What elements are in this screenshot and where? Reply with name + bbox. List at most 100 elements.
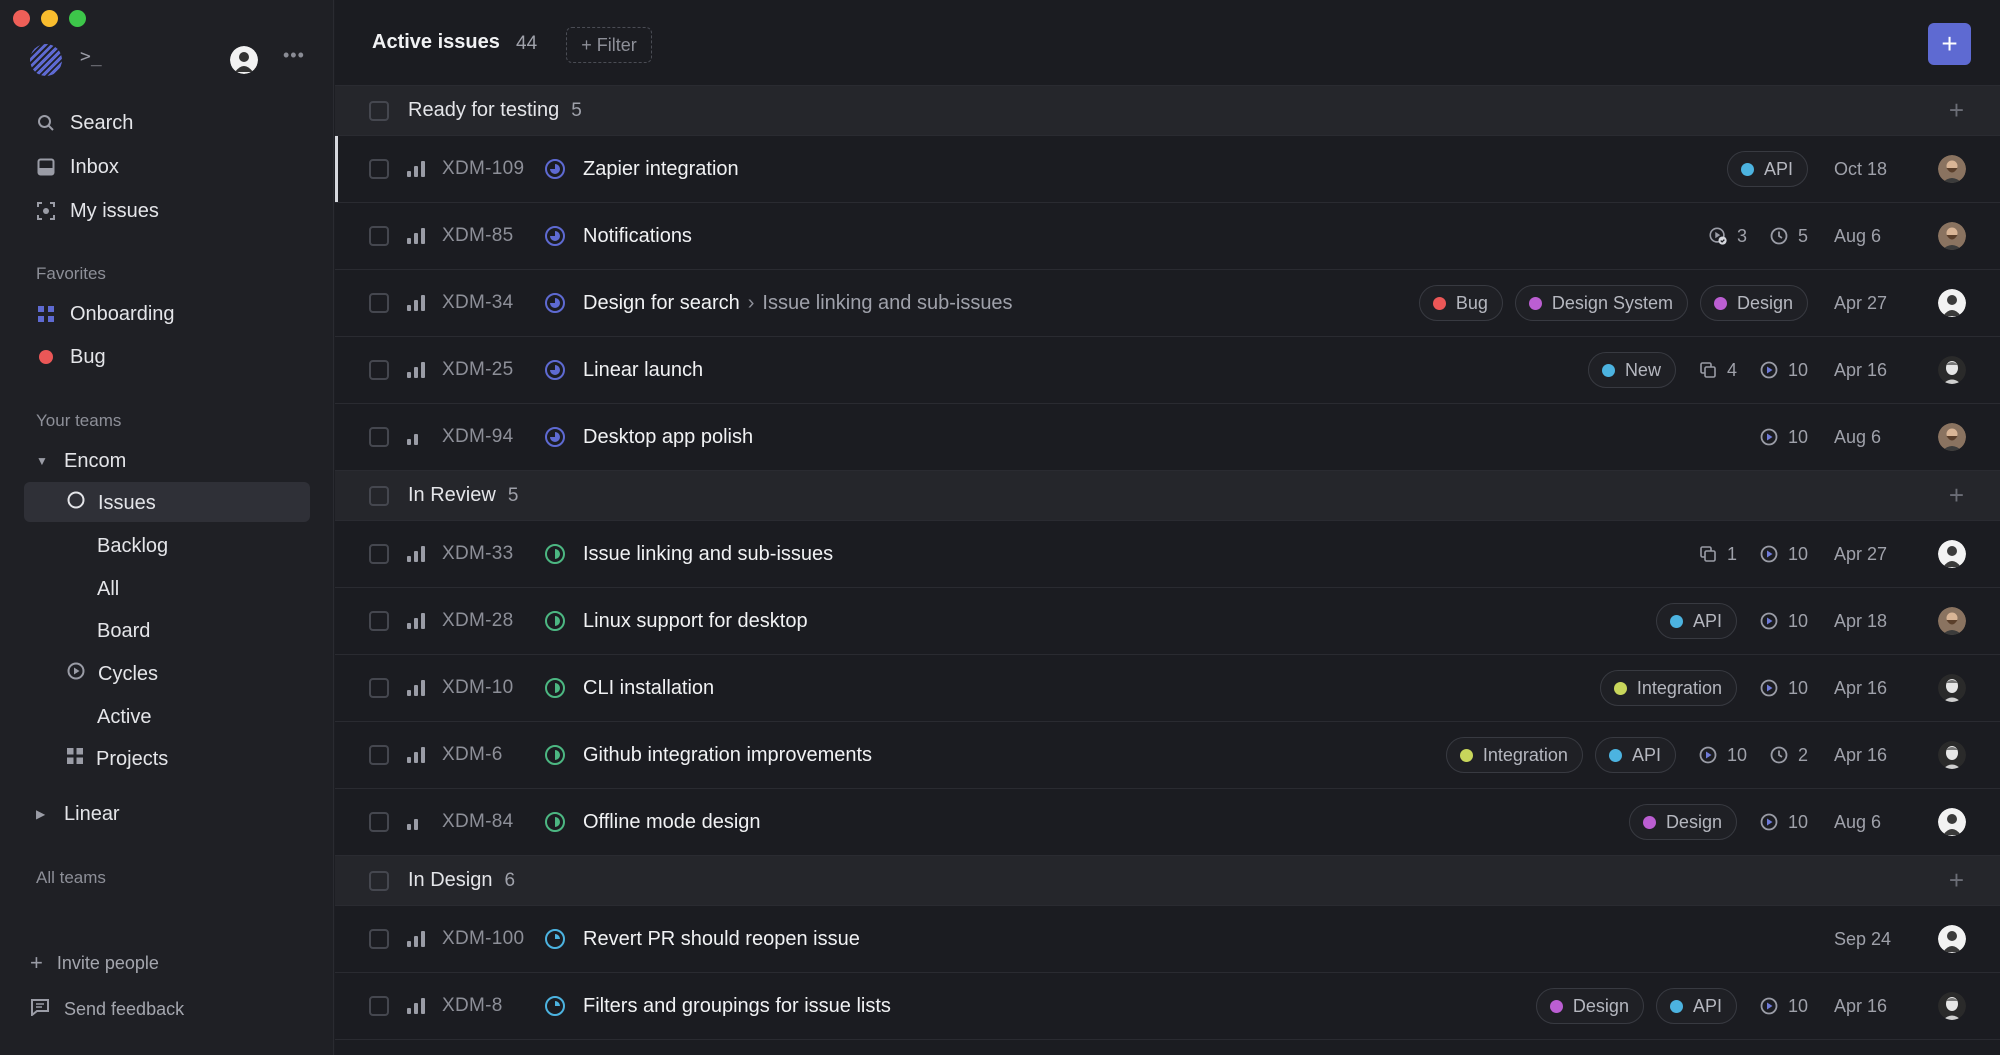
- row-checkbox[interactable]: [369, 159, 389, 179]
- table-row[interactable]: XDM-85 Notifications 3 5 Aug 6: [335, 203, 2000, 270]
- invite-people-button[interactable]: + Invite people: [30, 950, 159, 976]
- team-encom[interactable]: ▼ Encom: [36, 446, 126, 476]
- label-chip[interactable]: API: [1655, 603, 1737, 639]
- table-row[interactable]: XDM-8 Filters and groupings for issue lis…: [335, 973, 2000, 1040]
- in-review-status-icon[interactable]: [545, 745, 565, 765]
- table-row[interactable]: XDM-33 Issue linking and sub-issues 1 10 Apr…: [335, 521, 2000, 588]
- assignee-avatar[interactable]: [1938, 992, 1966, 1020]
- table-row[interactable]: XDM-28 Linux support for desktop API 10 Apr …: [335, 588, 2000, 655]
- assignee-avatar[interactable]: [1938, 925, 1966, 953]
- priority-icon[interactable]: [407, 680, 425, 696]
- table-row[interactable]: XDM-100 Revert PR should reopen issue Sep …: [335, 906, 2000, 973]
- table-row[interactable]: XDM-6 Github integration improvements Inte…: [335, 722, 2000, 789]
- label-chip[interactable]: Design: [1535, 988, 1644, 1024]
- priority-icon[interactable]: [407, 814, 418, 830]
- command-menu-icon[interactable]: >_: [80, 46, 102, 67]
- row-checkbox[interactable]: [369, 929, 389, 949]
- sidebar-item-bug[interactable]: Bug: [36, 342, 106, 372]
- sidebar-item-active[interactable]: Active: [97, 702, 151, 732]
- assignee-avatar[interactable]: [1938, 222, 1966, 250]
- row-checkbox[interactable]: [369, 360, 389, 380]
- group-checkbox[interactable]: [369, 485, 389, 506]
- sidebar-item-issues[interactable]: Issues: [66, 488, 156, 518]
- priority-icon[interactable]: [407, 228, 425, 244]
- table-row[interactable]: XDM-94 Desktop app polish 10 Aug 6: [335, 404, 2000, 471]
- in-review-status-icon[interactable]: [545, 678, 565, 698]
- row-checkbox[interactable]: [369, 427, 389, 447]
- in-design-status-icon[interactable]: [545, 996, 565, 1016]
- priority-icon[interactable]: [407, 747, 425, 763]
- in-progress-status-icon[interactable]: [545, 226, 565, 246]
- in-progress-status-icon[interactable]: [545, 360, 565, 380]
- row-checkbox[interactable]: [369, 678, 389, 698]
- table-row[interactable]: XDM-84 Offline mode design Design 10 Aug 6: [335, 789, 2000, 856]
- in-progress-status-icon[interactable]: [545, 159, 565, 179]
- priority-icon[interactable]: [407, 295, 425, 311]
- row-checkbox[interactable]: [369, 996, 389, 1016]
- row-checkbox[interactable]: [369, 293, 389, 313]
- label-chip[interactable]: API: [1594, 737, 1676, 773]
- assignee-avatar[interactable]: [1938, 741, 1966, 769]
- priority-icon[interactable]: [407, 613, 425, 629]
- group-checkbox[interactable]: [369, 870, 389, 891]
- label-chip[interactable]: API: [1726, 151, 1808, 187]
- row-checkbox[interactable]: [369, 812, 389, 832]
- row-checkbox[interactable]: [369, 611, 389, 631]
- label-chip[interactable]: Bug: [1418, 285, 1503, 321]
- label-chip[interactable]: New: [1587, 352, 1676, 388]
- add-issue-plus-icon[interactable]: +: [1949, 480, 1964, 511]
- sidebar-item-board[interactable]: Board: [97, 616, 150, 646]
- sidebar-item-onboarding[interactable]: Onboarding: [36, 299, 175, 329]
- filter-button[interactable]: + Filter: [566, 27, 652, 63]
- assignee-avatar[interactable]: [1938, 423, 1966, 451]
- table-row[interactable]: XDM-10 CLI installation Integration 10 Apr 1…: [335, 655, 2000, 722]
- sidebar-item-backlog[interactable]: Backlog: [97, 531, 168, 561]
- new-issue-button[interactable]: +: [1928, 23, 1971, 65]
- in-review-status-icon[interactable]: [545, 812, 565, 832]
- group-checkbox[interactable]: [369, 100, 389, 121]
- sidebar-item-my-issues[interactable]: My issues: [36, 196, 159, 226]
- row-checkbox[interactable]: [369, 226, 389, 246]
- parent-issue[interactable]: Issue linking and sub-issues: [762, 292, 1012, 314]
- table-row[interactable]: XDM-34 Design for search › Issue linking an…: [335, 270, 2000, 337]
- assignee-avatar[interactable]: [1938, 289, 1966, 317]
- assignee-avatar[interactable]: [1938, 540, 1966, 568]
- sidebar-item-cycles[interactable]: Cycles: [66, 659, 158, 689]
- label-chip[interactable]: Integration: [1599, 670, 1737, 706]
- user-avatar[interactable]: [230, 46, 258, 74]
- in-review-status-icon[interactable]: [545, 611, 565, 631]
- label-chip[interactable]: Design System: [1514, 285, 1688, 321]
- priority-icon[interactable]: [407, 546, 425, 562]
- priority-icon[interactable]: [407, 362, 425, 378]
- assignee-avatar[interactable]: [1938, 674, 1966, 702]
- in-progress-status-icon[interactable]: [545, 427, 565, 447]
- label-chip[interactable]: API: [1655, 988, 1737, 1024]
- assignee-avatar[interactable]: [1938, 808, 1966, 836]
- add-issue-plus-icon[interactable]: +: [1949, 95, 1964, 126]
- all-teams-link[interactable]: All teams: [36, 868, 106, 888]
- in-review-status-icon[interactable]: [545, 544, 565, 564]
- assignee-avatar[interactable]: [1938, 356, 1966, 384]
- team-linear[interactable]: ▶ Linear: [36, 799, 120, 829]
- add-issue-plus-icon[interactable]: +: [1949, 865, 1964, 896]
- table-row[interactable]: XDM-109 Zapier integration API Oct 18: [335, 136, 2000, 203]
- label-chip[interactable]: Design: [1628, 804, 1737, 840]
- in-design-status-icon[interactable]: [545, 929, 565, 949]
- sidebar-item-inbox[interactable]: Inbox: [36, 152, 119, 182]
- workspace-logo-icon[interactable]: [30, 44, 62, 76]
- label-chip[interactable]: Integration: [1445, 737, 1583, 773]
- in-progress-status-icon[interactable]: [545, 293, 565, 313]
- assignee-avatar[interactable]: [1938, 155, 1966, 183]
- sidebar-item-projects[interactable]: Projects: [66, 744, 168, 774]
- more-options-icon[interactable]: •••: [283, 45, 305, 66]
- sidebar-item-search[interactable]: Search: [36, 108, 133, 138]
- minimize-window-button[interactable]: [41, 10, 58, 27]
- send-feedback-button[interactable]: Send feedback: [30, 998, 184, 1021]
- row-checkbox[interactable]: [369, 745, 389, 765]
- label-chip[interactable]: Design: [1699, 285, 1808, 321]
- assignee-avatar[interactable]: [1938, 607, 1966, 635]
- row-checkbox[interactable]: [369, 544, 389, 564]
- priority-icon[interactable]: [407, 931, 425, 947]
- sidebar-item-all[interactable]: All: [97, 574, 119, 604]
- priority-icon[interactable]: [407, 161, 425, 177]
